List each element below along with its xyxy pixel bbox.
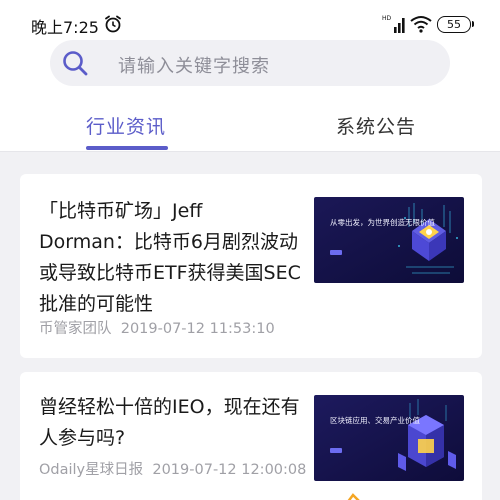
article-meta: 币管家团队 2019-07-12 11:53:10 xyxy=(39,318,309,340)
active-tab-indicator xyxy=(86,146,168,150)
article-datetime: 2019-07-12 11:53:10 xyxy=(120,321,275,337)
thumbnail-caption: 从零出发，为世界创造无限价值 xyxy=(330,218,435,227)
article-thumbnail: 从零出发，为世界创造无限价值 xyxy=(314,197,464,283)
signal-icon: HD xyxy=(382,13,406,35)
article-author: 币管家团队 xyxy=(39,321,112,337)
battery-icon: 55 xyxy=(437,16,474,33)
thumbnail-button xyxy=(330,250,342,255)
article-card[interactable]: 曾经轻松十倍的IEO，现在还有人参与吗? Odaily星球日报 2019-07-… xyxy=(20,372,482,500)
top-area: 晚上7:25 HD 55 请输入关键字搜索 行业资讯 系统公告 xyxy=(0,0,500,152)
search-placeholder: 请输入关键字搜索 xyxy=(118,56,270,77)
tab-system-announcements[interactable]: 系统公告 xyxy=(336,112,416,139)
search-input[interactable]: 请输入关键字搜索 xyxy=(50,40,450,86)
partial-icon xyxy=(345,488,363,500)
article-meta: Odaily星球日报 2019-07-12 12:00:08 xyxy=(39,459,309,481)
article-author: Odaily星球日报 xyxy=(39,462,144,478)
article-title: 「比特币矿场」Jeff Dorman：比特币6月剧烈波动或导致比特币ETF获得美… xyxy=(39,200,301,315)
alarm-icon xyxy=(103,14,123,34)
article-thumbnail: 区块链应用、交易产业价值 xyxy=(314,395,464,481)
tab-industry-news[interactable]: 行业资讯 xyxy=(86,112,166,139)
article-card[interactable]: 「比特币矿场」Jeff Dorman：比特币6月剧烈波动或导致比特币ETF获得美… xyxy=(20,174,482,358)
status-bar: 晚上7:25 HD 55 xyxy=(0,10,500,38)
article-datetime: 2019-07-12 12:00:08 xyxy=(152,462,307,478)
search-icon[interactable] xyxy=(61,49,89,77)
svg-text:HD: HD xyxy=(382,15,392,22)
tab-bar: 行业资讯 系统公告 xyxy=(0,108,500,152)
article-title: 曾经轻松十倍的IEO，现在还有人参与吗? xyxy=(39,396,300,449)
thumbnail-caption: 区块链应用、交易产业价值 xyxy=(330,416,420,425)
wifi-icon xyxy=(410,15,432,33)
status-time: 晚上7:25 xyxy=(31,18,99,37)
thumbnail-button xyxy=(330,448,342,453)
